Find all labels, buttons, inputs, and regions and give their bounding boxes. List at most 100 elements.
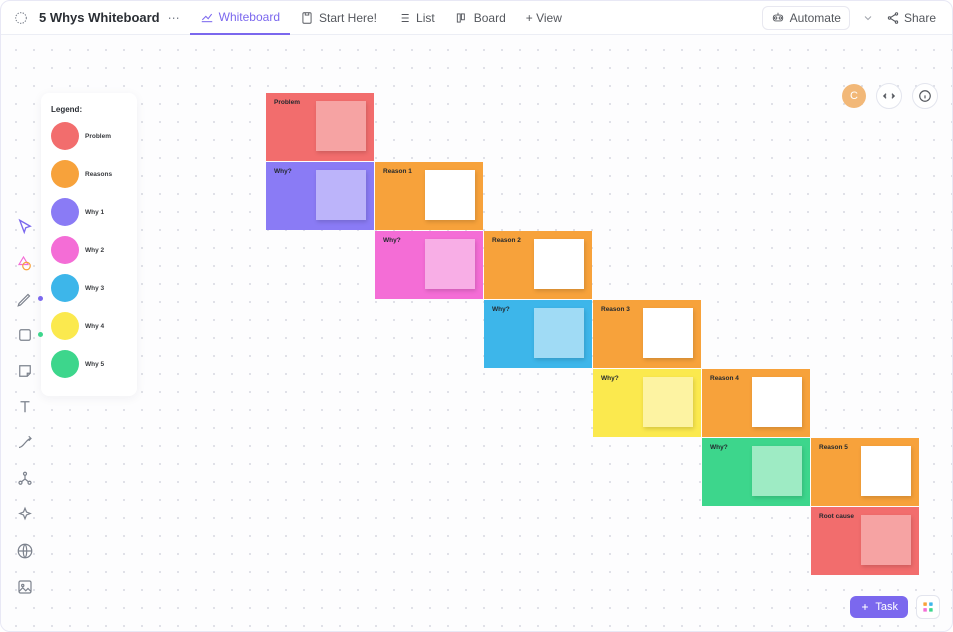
page-title[interactable]: 5 Whys Whiteboard — [39, 10, 160, 25]
legend-title: Legend: — [51, 105, 127, 114]
legend-label: Reasons — [85, 171, 112, 178]
card-sticky[interactable] — [316, 170, 366, 220]
whiteboard-card[interactable]: Root cause — [811, 507, 919, 575]
tab-whiteboard[interactable]: Whiteboard — [190, 1, 290, 35]
whiteboard-card[interactable]: Reason 5 — [811, 438, 919, 506]
whiteboard-card[interactable]: Why? — [702, 438, 810, 506]
tab-label: Board — [474, 11, 506, 25]
more-icon[interactable]: ⋯ — [164, 11, 184, 25]
card-sticky[interactable] — [643, 308, 693, 358]
card-sticky[interactable] — [534, 239, 584, 289]
legend-swatch — [51, 350, 79, 378]
info-icon[interactable] — [912, 83, 938, 109]
whiteboard-card[interactable]: Why? — [593, 369, 701, 437]
tab-label: + View — [526, 11, 562, 25]
card-label: Problem — [274, 99, 300, 106]
task-label: Task — [875, 601, 898, 613]
legend-panel[interactable]: Legend: Problem Reasons Why 1 Why 2 Why … — [41, 93, 137, 396]
canvas-bottomright: Task — [850, 595, 940, 619]
legend-label: Why 2 — [85, 247, 104, 254]
legend-label: Problem — [85, 133, 111, 140]
tool-rail — [11, 215, 39, 599]
tab-label: List — [416, 11, 435, 25]
card-label: Reason 5 — [819, 444, 848, 451]
legend-swatch — [51, 312, 79, 340]
tab-label: Whiteboard — [219, 10, 280, 24]
view-tabs: Whiteboard Start Here! List Board + View — [190, 1, 572, 35]
automate-button[interactable]: Automate — [762, 6, 850, 30]
tool-select[interactable] — [13, 215, 37, 239]
tab-board[interactable]: Board — [445, 1, 516, 35]
legend-label: Why 1 — [85, 209, 104, 216]
whiteboard-card[interactable]: Reason 2 — [484, 231, 592, 299]
tool-shapes[interactable] — [13, 251, 37, 275]
tab-start-here[interactable]: Start Here! — [290, 1, 387, 35]
automate-label: Automate — [790, 11, 841, 25]
apps-icon[interactable] — [916, 595, 940, 619]
tab-list[interactable]: List — [387, 1, 445, 35]
share-button[interactable]: Share — [886, 11, 936, 25]
card-sticky[interactable] — [861, 446, 911, 496]
card-label: Why? — [274, 168, 292, 175]
card-label: Reason 2 — [492, 237, 521, 244]
whiteboard-canvas[interactable]: C Legend: Problem Reasons Why 1 Why 2 Wh… — [1, 35, 952, 631]
whiteboard-card[interactable]: Reason 3 — [593, 300, 701, 368]
tool-rect[interactable] — [13, 323, 37, 347]
card-label: Reason 1 — [383, 168, 412, 175]
legend-label: Why 5 — [85, 361, 104, 368]
legend-swatch — [51, 198, 79, 226]
legend-label: Why 3 — [85, 285, 104, 292]
card-sticky[interactable] — [534, 308, 584, 358]
tool-image[interactable] — [13, 575, 37, 599]
card-label: Why? — [383, 237, 401, 244]
tab-label: Start Here! — [319, 11, 377, 25]
tool-ai[interactable] — [13, 503, 37, 527]
legend-swatch — [51, 122, 79, 150]
chevron-down-icon[interactable] — [858, 12, 878, 24]
legend-label: Why 4 — [85, 323, 104, 330]
whiteboard-card[interactable]: Reason 1 — [375, 162, 483, 230]
header-right: Automate Share — [762, 6, 946, 30]
tool-diagram[interactable] — [13, 467, 37, 491]
card-sticky[interactable] — [752, 446, 802, 496]
tool-draw[interactable] — [13, 287, 37, 311]
card-label: Reason 3 — [601, 306, 630, 313]
whiteboard-card[interactable]: Why? — [375, 231, 483, 299]
legend-item[interactable]: Reasons — [51, 160, 127, 188]
card-sticky[interactable] — [752, 377, 802, 427]
card-sticky[interactable] — [643, 377, 693, 427]
card-label: Root cause — [819, 513, 854, 520]
card-label: Reason 4 — [710, 375, 739, 382]
canvas-topright: C — [842, 83, 938, 109]
legend-item[interactable]: Why 2 — [51, 236, 127, 264]
whiteboard-card[interactable]: Why? — [266, 162, 374, 230]
tab-add-view[interactable]: + View — [516, 1, 572, 35]
whiteboard-card[interactable]: Problem — [266, 93, 374, 161]
avatar[interactable]: C — [842, 84, 866, 108]
whiteboard-card[interactable]: Why? — [484, 300, 592, 368]
card-label: Why? — [492, 306, 510, 313]
legend-swatch — [51, 236, 79, 264]
tool-web[interactable] — [13, 539, 37, 563]
fit-width-icon[interactable] — [876, 83, 902, 109]
legend-item[interactable]: Problem — [51, 122, 127, 150]
legend-swatch — [51, 160, 79, 188]
legend-item[interactable]: Why 5 — [51, 350, 127, 378]
legend-item[interactable]: Why 3 — [51, 274, 127, 302]
tool-sticky[interactable] — [13, 359, 37, 383]
new-task-button[interactable]: Task — [850, 596, 908, 618]
card-sticky[interactable] — [861, 515, 911, 565]
legend-item[interactable]: Why 1 — [51, 198, 127, 226]
card-sticky[interactable] — [425, 170, 475, 220]
legend-item[interactable]: Why 4 — [51, 312, 127, 340]
card-label: Why? — [710, 444, 728, 451]
card-sticky[interactable] — [316, 101, 366, 151]
tool-text[interactable] — [13, 395, 37, 419]
tool-connector[interactable] — [13, 431, 37, 455]
whiteboard-card[interactable]: Reason 4 — [702, 369, 810, 437]
settings-icon[interactable] — [7, 4, 35, 32]
card-sticky[interactable] — [425, 239, 475, 289]
header: 5 Whys Whiteboard ⋯ Whiteboard Start Her… — [1, 1, 952, 35]
card-label: Why? — [601, 375, 619, 382]
share-label: Share — [904, 11, 936, 25]
